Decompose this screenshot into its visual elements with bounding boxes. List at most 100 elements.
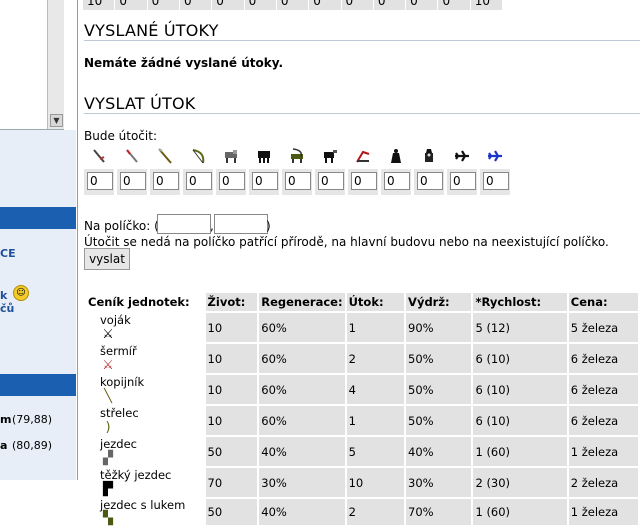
column-header: Život: [205, 293, 258, 311]
unit-count-cell: 10 [469, 0, 503, 10]
unit-slot [447, 143, 477, 195]
unit-slot [249, 143, 279, 195]
sidebar-link-fragment[interactable]: CE [0, 247, 16, 260]
sidebar-item-coordinates[interactable]: (79,88) [12, 413, 52, 426]
knight-icon [321, 147, 339, 165]
unit-name: jezdec s lukem [100, 498, 186, 512]
target-field-label: Na políčko: ( [84, 219, 159, 233]
table-cell: 70 [205, 468, 258, 497]
sidebar-header-bar [0, 207, 76, 229]
unit-count-cell: 0 [178, 0, 212, 10]
table-cell: 6 železa [568, 375, 638, 404]
table-cell: 1 [346, 406, 405, 435]
table-cell: 2 (30) [473, 468, 567, 497]
table-cell: 40% [406, 437, 472, 466]
horse-archer-icon: ▚ [103, 511, 113, 526]
unit-quantity-input[interactable] [153, 172, 179, 190]
blue-plane-icon [486, 147, 504, 165]
sidebar-link-fragment[interactable]: k [0, 289, 7, 302]
table-cell: 5 železa [568, 313, 638, 342]
column-header: Útok: [346, 293, 405, 311]
unit-count-cell: 0 [340, 0, 373, 10]
unit-count-cell: 10 [82, 0, 115, 10]
sidebar-scrollbar[interactable]: ▼ [47, 0, 64, 129]
sword-icon [90, 147, 108, 165]
table-row: těžký jezdec▛ 70 30% 10 30% 2 (30) 2 žel… [86, 468, 638, 497]
unit-name: střelec [100, 406, 139, 420]
unit-quantity-input[interactable] [186, 172, 212, 190]
unit-count-cell: 0 [405, 0, 438, 10]
unit-count-cell: 0 [372, 0, 406, 10]
sidebar-link-fragment[interactable]: čů [0, 302, 14, 315]
unit-count-row: 10 0 0 0 0 0 0 0 0 0 0 0 10 [82, 0, 503, 10]
unit-slot [414, 143, 444, 195]
unit-quantity-input[interactable] [417, 172, 443, 190]
unit-slot [150, 143, 180, 195]
table-cell: 1 (60) [473, 437, 567, 466]
cloak-icon [387, 147, 405, 165]
no-attacks-note: Nemáte žádné vyslané útoky. [84, 56, 284, 70]
unit-slot [282, 143, 312, 195]
table-cell: 6 (10) [473, 375, 567, 404]
unit-count-cell: 0 [211, 0, 244, 10]
spear-icon: ╲ [104, 389, 112, 404]
table-cell: 1 železa [568, 437, 638, 466]
sidebar-item-letter[interactable]: m [0, 413, 11, 426]
table-cell: 60% [259, 344, 345, 373]
table-cell: 10 [205, 406, 258, 435]
unit-quantity-input[interactable] [318, 172, 344, 190]
sidebar-item-letter[interactable]: a [0, 439, 7, 452]
unit-count-cell: 0 [437, 0, 470, 10]
unit-slot [117, 143, 147, 195]
table-cell: 70% [406, 499, 472, 525]
horse-archer-icon [288, 147, 306, 165]
table-row: střelec) 10 60% 1 50% 6 (10) 6 železa [86, 406, 638, 435]
unit-quantity-input[interactable] [285, 172, 311, 190]
unit-quantity-input[interactable] [219, 172, 245, 190]
sword-icon: ⚔ [102, 327, 114, 342]
target-x-input[interactable] [157, 214, 211, 234]
table-cell: 50% [406, 344, 472, 373]
plane-icon [453, 147, 471, 165]
table-cell: 2 železa [568, 468, 638, 497]
table-cell: 60% [259, 406, 345, 435]
column-header: Výdrž: [406, 293, 472, 311]
send-attack-button[interactable]: vyslat [84, 248, 130, 270]
target-y-input[interactable] [214, 214, 268, 234]
unit-selector-row [84, 143, 510, 197]
unit-quantity-input[interactable] [351, 172, 377, 190]
table-cell: 50 [205, 437, 258, 466]
unit-quantity-input[interactable] [450, 172, 476, 190]
scroll-down-icon[interactable]: ▼ [50, 114, 63, 127]
unit-count-cell: 0 [146, 0, 179, 10]
attack-warning: Útočit se nedá na políčko patřící přírod… [84, 235, 609, 249]
column-header: Cena: [568, 293, 638, 311]
sword-red-icon: ⚔ [102, 358, 114, 373]
sidebar-item-coordinates[interactable]: (80,89) [12, 439, 52, 452]
table-cell: 5 [346, 437, 405, 466]
unit-quantity-input[interactable] [384, 172, 410, 190]
table-cell: 40% [259, 437, 345, 466]
table-cell: 6 železa [568, 406, 638, 435]
unit-quantity-input[interactable] [87, 172, 113, 190]
table-row: voják⚔ 10 60% 1 90% 5 (12) 5 železa [86, 313, 638, 342]
table-cell: 4 [346, 375, 405, 404]
table-row: šermíř⚔ 10 60% 2 50% 6 (10) 6 železa [86, 344, 638, 373]
coord-close: ) [266, 219, 271, 233]
unit-quantity-input[interactable] [483, 172, 509, 190]
unit-slot [480, 143, 510, 195]
unit-quantity-input[interactable] [120, 172, 146, 190]
unit-name: jezdec [100, 437, 138, 451]
unit-slot [315, 143, 345, 195]
unit-count-cell: 0 [114, 0, 147, 10]
table-cell: 60% [259, 375, 345, 404]
table-cell: 90% [406, 313, 472, 342]
divider [84, 113, 640, 114]
unit-quantity-input[interactable] [252, 172, 278, 190]
unit-slot [348, 143, 378, 195]
unit-name: šermíř [100, 344, 137, 358]
left-sidebar: ▼ CE k ☺ čů m (79,88) a (80,89) [0, 0, 78, 480]
table-header-row: Ceník jednotek: Život: Regenerace: Útok:… [86, 293, 638, 311]
column-header: *Rychlost: [473, 293, 567, 311]
attacker-label: Bude útočit: [84, 129, 157, 143]
